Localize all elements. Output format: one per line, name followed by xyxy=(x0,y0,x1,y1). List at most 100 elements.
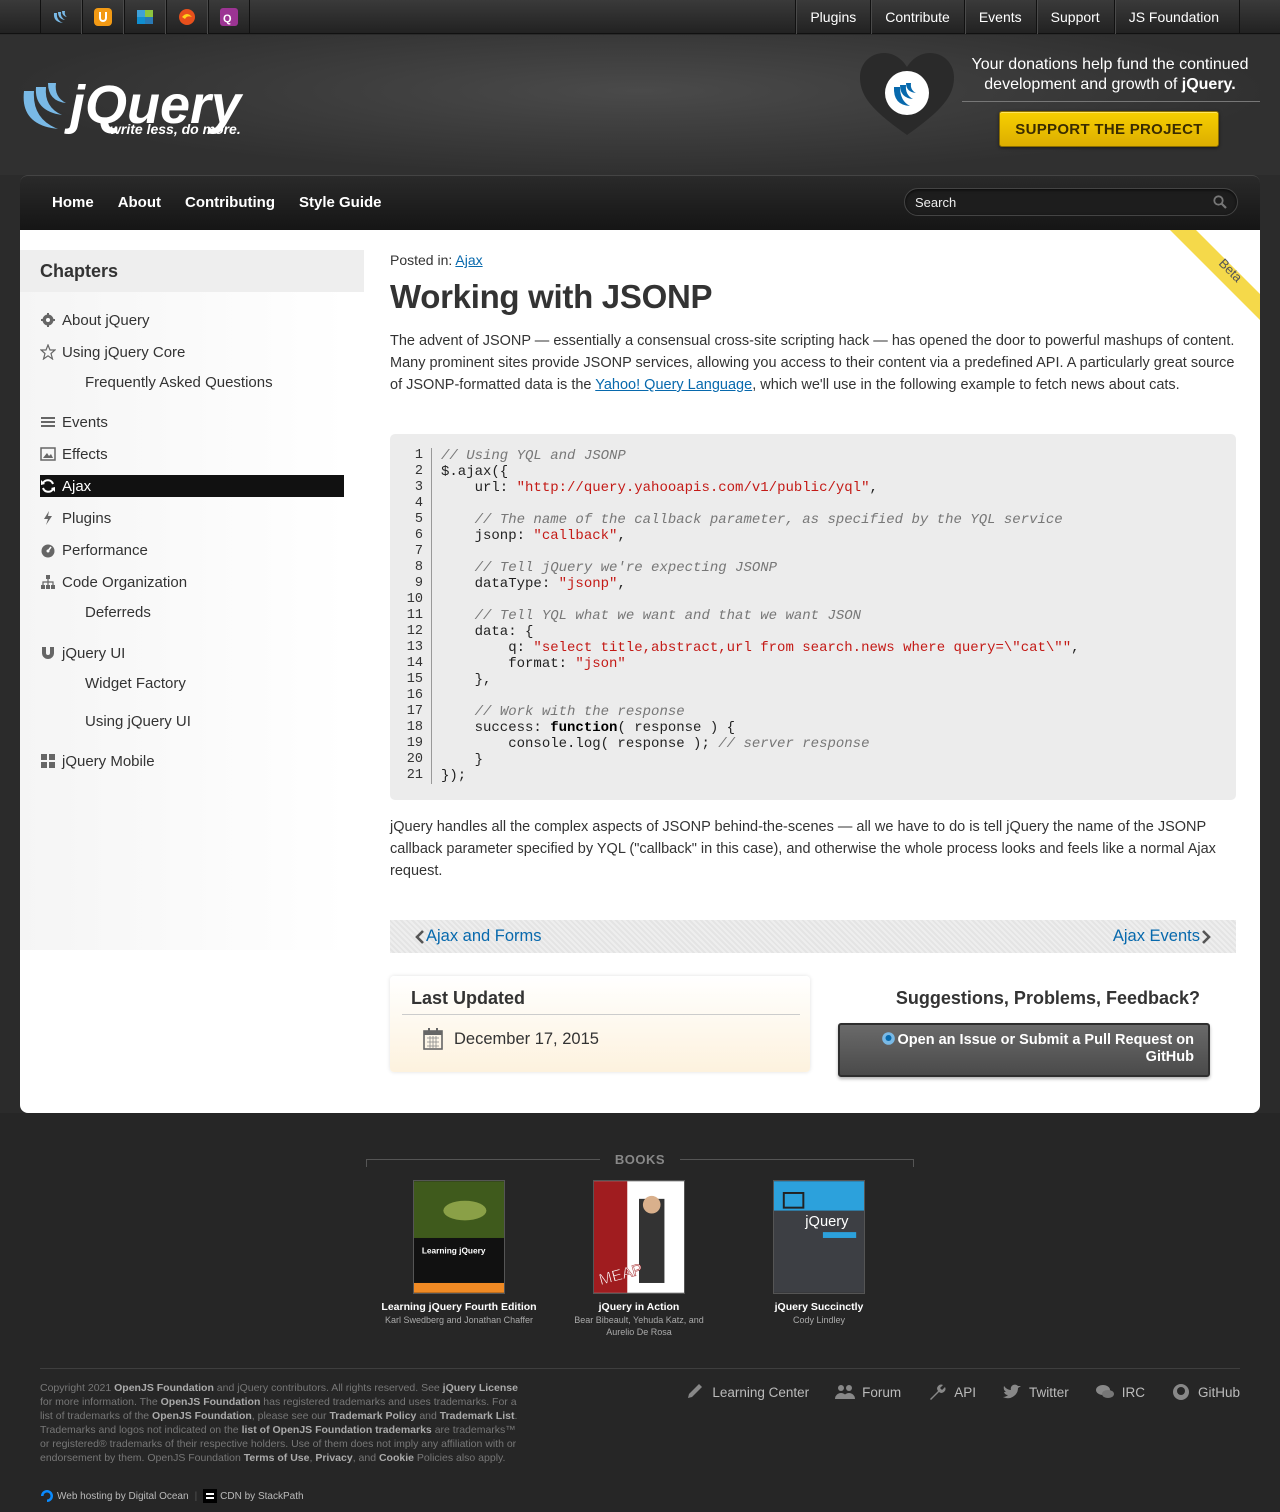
nav-home[interactable]: Home xyxy=(40,176,106,231)
code-token: url: xyxy=(441,480,517,496)
chapter-performance[interactable]: Performance xyxy=(40,539,344,561)
calendar-icon xyxy=(423,1028,443,1050)
page-title: Working with JSONP xyxy=(390,278,713,315)
code-token: // Tell jQuery we're expecting JSONP xyxy=(474,560,778,576)
chapter-using-jquery-ui[interactable]: Using jQuery UI xyxy=(85,710,389,732)
project-jquery-mobile[interactable] xyxy=(124,0,166,34)
line-number: 16 xyxy=(406,688,423,703)
github-icon xyxy=(881,1032,895,1045)
copyright-link[interactable]: OpenJS Foundation xyxy=(161,1396,261,1408)
chapter-deferreds[interactable]: Deferreds xyxy=(85,601,389,623)
last-updated-box: Last Updated December 17, 2015 xyxy=(390,976,810,1072)
copyright-link[interactable]: jQuery License xyxy=(443,1382,518,1394)
line-number: 2 xyxy=(414,464,423,479)
line-number: 20 xyxy=(406,752,423,767)
prev-chapter-link[interactable]: Ajax and Forms xyxy=(414,927,542,946)
donate-line-1: Your donations help fund the continued xyxy=(971,56,1249,73)
search-icon[interactable] xyxy=(1213,195,1227,209)
project-jquery-ui[interactable] xyxy=(82,0,124,34)
intro-paragraph: The advent of JSONP — essentially a cons… xyxy=(390,330,1236,396)
global-nav-plugins[interactable]: Plugins xyxy=(795,0,870,34)
twitter-icon xyxy=(1002,1384,1021,1399)
picture-icon xyxy=(40,447,56,461)
grid-icon xyxy=(41,754,55,768)
next-chapter-link[interactable]: Ajax Events xyxy=(1113,927,1212,946)
footer-link-label: GitHub xyxy=(1197,1384,1240,1400)
copyright-text: Policies also apply. xyxy=(413,1452,506,1464)
book-jquery-succinctly[interactable]: jQuery jQuery Succinctly Cody Lindley xyxy=(729,1180,909,1326)
code-token: $.ajax({ xyxy=(441,464,509,480)
wrench-icon xyxy=(930,1384,946,1400)
chapter-jquery-ui[interactable]: jQuery UI xyxy=(40,642,344,664)
nav-about[interactable]: About xyxy=(106,176,173,231)
copyright-link[interactable]: Trademark Policy xyxy=(329,1410,416,1422)
copyright-link[interactable]: list of OpenJS Foundation trademarks xyxy=(242,1424,432,1436)
global-nav-support[interactable]: Support xyxy=(1035,0,1114,34)
footer-link-learning-center[interactable]: Learning Center xyxy=(685,1381,809,1403)
code-token: // server response xyxy=(718,736,870,752)
book-jquery-in-action[interactable]: MEAP jQuery in Action Bear Bibeault, Yeh… xyxy=(549,1180,729,1338)
footer-link-irc[interactable]: IRC xyxy=(1095,1381,1145,1403)
code-token: } xyxy=(441,752,484,768)
global-nav-js-foundation[interactable]: JS Foundation xyxy=(1113,0,1240,34)
line-number: 7 xyxy=(414,544,423,559)
chapter-label: jQuery UI xyxy=(62,644,126,662)
open-issue-button[interactable]: Open an Issue or Submit a Pull Request o… xyxy=(838,1023,1210,1077)
chapter-label: Frequently Asked Questions xyxy=(85,373,273,391)
search-input[interactable] xyxy=(915,189,1205,215)
copyright-link[interactable]: Cookie xyxy=(379,1452,414,1464)
copyright-link[interactable]: Privacy xyxy=(315,1452,352,1464)
line-number: 11 xyxy=(406,608,423,623)
chapter-code-organization[interactable]: Code Organization xyxy=(40,571,344,593)
code-line: q: "select title,abstract,url from searc… xyxy=(441,640,1079,656)
code-line: }); xyxy=(441,768,466,784)
chapter-effects[interactable]: Effects xyxy=(40,443,344,465)
nav-contributing[interactable]: Contributing xyxy=(173,176,287,231)
footer-link-github[interactable]: GitHub xyxy=(1171,1381,1240,1403)
project-sizzle[interactable] xyxy=(166,0,208,34)
code-token: , xyxy=(869,480,878,496)
global-nav-contribute[interactable]: Contribute xyxy=(870,0,964,34)
copyright-link[interactable]: OpenJS Foundation xyxy=(114,1382,214,1394)
footer-link-twitter[interactable]: Twitter xyxy=(1002,1381,1069,1403)
hosting-separator: | xyxy=(194,1490,198,1502)
support-project-button[interactable]: SUPPORT THE PROJECT xyxy=(999,111,1219,147)
sidebar-heading: Chapters xyxy=(20,250,364,292)
dashboard-icon xyxy=(41,544,55,558)
chapter-widget-factory[interactable]: Widget Factory xyxy=(85,672,389,694)
chapter-ajax[interactable]: Ajax xyxy=(40,475,344,497)
code-token: q: xyxy=(441,640,534,656)
footer-link-forum[interactable]: Forum xyxy=(835,1381,901,1403)
code-line: // Tell YQL what we want and that we wan… xyxy=(441,608,861,624)
hosting-digital-ocean[interactable]: Web hosting by Digital Ocean xyxy=(57,1491,189,1502)
chapter-label: Effects xyxy=(62,445,108,463)
chapter-jquery-mobile[interactable]: jQuery Mobile xyxy=(40,750,344,772)
chapter-events[interactable]: Events xyxy=(40,411,344,433)
line-number: 18 xyxy=(406,720,423,735)
copyright-link[interactable]: Trademark List xyxy=(440,1410,515,1422)
code-token: "jsonp" xyxy=(558,576,618,592)
chapter-faq[interactable]: Frequently Asked Questions xyxy=(85,371,389,393)
copyright-link[interactable]: OpenJS Foundation xyxy=(152,1410,252,1422)
global-nav-events[interactable]: Events xyxy=(963,0,1036,34)
project-qunit[interactable]: Q xyxy=(208,0,250,34)
hosting-stackpath[interactable]: CDN by StackPath xyxy=(220,1491,303,1502)
project-jquery[interactable] xyxy=(40,0,82,34)
code-block: 1 2 3 4 5 6 7 8 9 10 11 12 13 14 15 16 17 18 19 20 21 // Usi… xyxy=(390,434,1236,800)
category-link-ajax[interactable]: Ajax xyxy=(455,252,482,268)
chapter-about-jquery[interactable]: About jQuery xyxy=(40,309,344,331)
sizzle-icon xyxy=(179,9,195,25)
copyright-text: for more information. The xyxy=(40,1396,161,1408)
copyright-link[interactable]: Terms of Use xyxy=(244,1452,310,1464)
chapter-plugins[interactable]: Plugins xyxy=(40,507,344,529)
nav-style-guide[interactable]: Style Guide xyxy=(287,176,394,231)
footer-link-api[interactable]: API xyxy=(927,1381,976,1403)
code-line: // Work with the response xyxy=(441,704,685,720)
book-cover-jquery-succinctly: jQuery xyxy=(773,1180,865,1294)
qunit-icon: Q xyxy=(220,8,238,26)
line-number: 9 xyxy=(414,576,423,591)
chapter-using-jquery-core[interactable]: Using jQuery Core xyxy=(40,341,344,363)
book-learning-jquery[interactable]: Learning jQuery Learning jQuery Fourth E… xyxy=(369,1180,549,1326)
yql-link[interactable]: Yahoo! Query Language xyxy=(595,377,752,393)
